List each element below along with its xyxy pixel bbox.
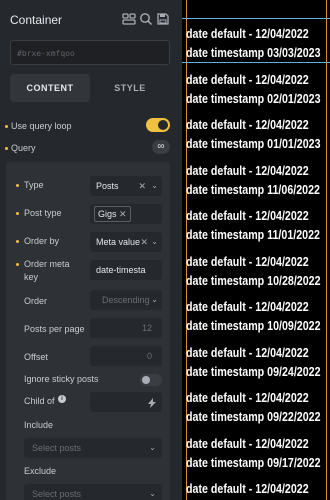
list-item[interactable]: date default - 12/04/2022 date timestamp …: [186, 297, 321, 335]
setting-dot: [5, 125, 8, 128]
selection-line-top: [182, 18, 330, 19]
post-type-tag: Gigs ✕: [94, 206, 131, 222]
order-by-value: Meta value: [96, 237, 141, 247]
exclude-placeholder: Select posts: [32, 489, 82, 499]
preview-canvas: date default - 12/04/2022 date timestamp …: [182, 0, 330, 500]
setting-dot: [16, 212, 19, 215]
chevron-down-icon: ⌄: [151, 181, 158, 190]
type-label: Type: [24, 180, 44, 190]
include-label: Include: [24, 420, 54, 430]
type-value: Posts: [96, 181, 119, 191]
chevron-down-icon: ⌄: [151, 295, 158, 304]
chevron-down-icon: ⌄: [149, 489, 156, 498]
chevron-down-icon: ⌄: [151, 237, 158, 246]
date-default-text: date default - 12/04/2022: [186, 253, 309, 269]
include-placeholder: Select posts: [32, 443, 82, 453]
order-placeholder: Descending: [102, 295, 150, 305]
container-outline-right: [326, 0, 327, 500]
date-default-text: date default - 12/04/2022: [186, 481, 309, 496]
setting-dot: [16, 263, 19, 266]
tab-content[interactable]: CONTENT: [10, 74, 90, 102]
date-timestamp-text: date timestamp 11/01/2022: [186, 227, 320, 242]
date-timestamp-text: date timestamp 09/24/2022: [186, 363, 321, 379]
date-timestamp-text: date timestamp 03/03/2023: [186, 45, 321, 60]
list-item[interactable]: date default - 12/04/2022 date timestamp …: [186, 388, 321, 426]
posts-per-page-label: Posts per page: [24, 324, 85, 334]
clear-icon[interactable]: ✕: [138, 176, 146, 196]
child-of-input[interactable]: [90, 392, 162, 412]
date-timestamp-text: date timestamp 09/17/2022: [186, 454, 321, 470]
date-timestamp-text: date timestamp 10/28/2022: [186, 272, 321, 288]
include-select[interactable]: Select posts ⌄: [24, 438, 162, 458]
ignore-sticky-toggle[interactable]: [140, 374, 162, 386]
query-label: Query: [11, 143, 36, 153]
order-by-select[interactable]: Meta value ✕ ⌄: [90, 232, 162, 252]
date-default-text: date default - 12/04/2022: [186, 299, 309, 314]
date-timestamp-text: date timestamp 02/01/2023: [186, 90, 321, 106]
panel-tabs: CONTENT STYLE: [10, 74, 170, 102]
post-type-tag-label: Gigs: [98, 209, 117, 219]
post-type-select[interactable]: Gigs ✕: [90, 204, 162, 224]
order-label: Order: [24, 296, 48, 306]
post-type-label: Post type: [24, 208, 62, 218]
save-icon[interactable]: [156, 12, 170, 26]
builder-panel: Container #brxe-xmfqoo CONTENT STYLE Use…: [0, 0, 182, 500]
list-item[interactable]: date default - 12/04/2022 date timestamp …: [186, 252, 321, 290]
panel-header: Container: [0, 0, 182, 40]
date-default-text: date default - 12/04/2022: [186, 208, 309, 223]
order-by-label: Order by: [24, 236, 60, 246]
list-item[interactable]: date default - 12/04/2022 date timestamp …: [186, 343, 321, 381]
order-meta-key-label: Order meta: [24, 259, 70, 269]
list-item[interactable]: date default - 12/04/2022 date timestamp …: [186, 434, 321, 472]
layout-icon[interactable]: [122, 12, 136, 26]
date-default-text: date default - 12/04/2022: [186, 344, 309, 360]
date-timestamp-text: date timestamp 09/22/2022: [186, 409, 321, 424]
info-icon: i: [58, 395, 66, 403]
clear-icon[interactable]: ✕: [140, 232, 148, 252]
chevron-down-icon: ⌄: [149, 443, 156, 452]
remove-tag-icon[interactable]: ✕: [119, 209, 127, 219]
child-of-label: Child of: [24, 396, 55, 406]
date-timestamp-text: date timestamp 01/01/2023: [186, 136, 321, 151]
query-popup: Type Posts ✕ ⌄ Post type Gigs ✕ Order by…: [6, 162, 170, 500]
selection-line-bottom: [182, 62, 330, 63]
exclude-label: Exclude: [24, 466, 57, 476]
order-meta-key-input[interactable]: date-timesta: [90, 260, 162, 280]
date-default-text: date default - 12/04/2022: [186, 390, 309, 405]
date-default-text: date default - 12/04/2022: [186, 435, 309, 451]
date-timestamp-text: date timestamp 10/09/2022: [186, 318, 321, 333]
date-timestamp-text: date timestamp 11/06/2022: [186, 181, 320, 197]
ignore-sticky-row: [6, 374, 170, 386]
element-id-input[interactable]: #brxe-xmfqoo: [10, 40, 170, 65]
offset-input[interactable]: 0: [90, 346, 162, 366]
use-query-loop-label: Use query loop: [11, 121, 72, 131]
date-default-text: date default - 12/04/2022: [186, 71, 309, 87]
order-meta-key-label-2: key: [24, 272, 39, 282]
list-item[interactable]: date default - 12/04/2022date timestamp …: [186, 479, 309, 500]
type-select[interactable]: Posts ✕ ⌄: [90, 176, 162, 196]
setting-dot: [16, 184, 19, 187]
offset-label: Offset: [24, 352, 48, 362]
date-default-text: date default - 12/04/2022: [186, 117, 309, 132]
list-item[interactable]: date default - 12/04/2022 date timestamp …: [186, 115, 321, 153]
list-item[interactable]: date default - 12/04/2022 date timestamp …: [186, 161, 320, 199]
panel-title: Container: [10, 13, 63, 27]
bolt-icon[interactable]: [148, 392, 156, 412]
date-default-text: date default - 12/04/2022: [186, 26, 309, 41]
list-item[interactable]: date default - 12/04/2022 date timestamp …: [186, 24, 321, 62]
setting-dot: [5, 147, 8, 150]
date-default-text: date default - 12/04/2022: [186, 162, 309, 178]
posts-per-page-input[interactable]: 12: [90, 318, 162, 338]
search-icon[interactable]: [139, 12, 153, 26]
infinity-icon[interactable]: ∞: [152, 140, 170, 154]
exclude-select[interactable]: Select posts ⌄: [24, 484, 162, 500]
tab-style[interactable]: STYLE: [90, 74, 170, 102]
setting-dot: [16, 240, 19, 243]
list-item[interactable]: date default - 12/04/2022 date timestamp …: [186, 70, 321, 108]
list-item[interactable]: date default - 12/04/2022 date timestamp …: [186, 206, 320, 244]
order-select[interactable]: Descending ⌄: [90, 290, 162, 310]
use-query-loop-toggle[interactable]: [146, 118, 170, 132]
